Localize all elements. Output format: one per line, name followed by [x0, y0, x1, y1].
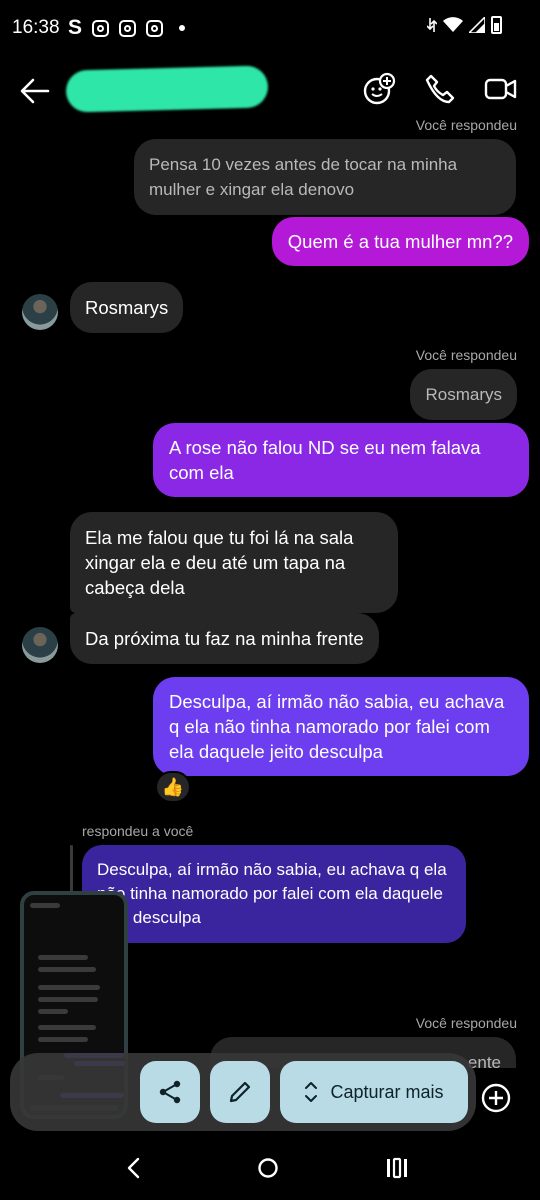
notification-icons: S	[68, 16, 186, 40]
reply-meta-label: Você respondeu	[415, 1015, 517, 1031]
capture-more-label: Capturar mais	[330, 1081, 444, 1102]
reply-meta-label: Você respondeu	[415, 347, 517, 363]
signal-icon	[469, 17, 485, 33]
pencil-icon	[229, 1081, 251, 1103]
sent-message[interactable]: Quem é a tua mulher mn??	[271, 217, 529, 266]
thumbs-up-reaction-icon[interactable]: 👍	[155, 771, 191, 803]
contact-avatar[interactable]	[22, 294, 58, 330]
chat-header	[0, 56, 540, 126]
more-notifications-dot-icon	[179, 25, 186, 31]
wifi-icon	[443, 17, 463, 32]
quoted-message[interactable]: Pensa 10 vezes antes de tocar na minha m…	[134, 139, 516, 215]
system-navigation-bar	[0, 1136, 540, 1200]
video-call-icon[interactable]	[484, 72, 518, 106]
contact-name-redaction[interactable]	[65, 65, 269, 113]
share-icon	[159, 1080, 181, 1104]
battery-icon	[491, 16, 502, 34]
capture-more-button[interactable]: Capturar mais	[280, 1061, 468, 1123]
instagram-notification-icon	[119, 19, 137, 37]
phone-call-icon[interactable]	[423, 72, 457, 106]
instagram-notification-icon	[92, 19, 110, 37]
app-s-icon: S	[68, 16, 83, 39]
nav-back-icon[interactable]	[124, 1156, 144, 1180]
reply-meta-label: Você respondeu	[415, 118, 517, 133]
quoted-message[interactable]: Rosmarys	[410, 369, 517, 420]
system-icons	[427, 16, 502, 34]
quoted-message[interactable]: Desculpa, aí irmão não sabia, eu achava …	[82, 845, 466, 943]
contact-avatar[interactable]	[22, 627, 58, 663]
status-time: 16:38	[12, 17, 60, 38]
sticker-add-icon[interactable]	[362, 72, 396, 106]
reply-meta-label: respondeu a você	[82, 823, 194, 839]
edit-button[interactable]	[210, 1061, 270, 1123]
add-circle-icon[interactable]	[480, 1082, 512, 1114]
expand-vertical-icon	[305, 1082, 318, 1102]
nav-home-icon[interactable]	[256, 1156, 280, 1180]
instagram-notification-icon	[146, 19, 164, 37]
received-message[interactable]: Ela me falou que tu foi lá na sala xinga…	[70, 512, 398, 613]
sent-message[interactable]: Desculpa, aí irmão não sabia, eu achava …	[153, 677, 529, 776]
data-transfer-icon	[427, 18, 437, 32]
status-bar: 16:38 S	[0, 0, 540, 56]
share-button[interactable]	[140, 1061, 200, 1123]
nav-recents-icon[interactable]	[386, 1156, 408, 1180]
received-message[interactable]: Da próxima tu faz na minha frente	[70, 613, 379, 664]
back-arrow-icon[interactable]	[18, 74, 52, 108]
sent-message[interactable]: A rose não falou ND se eu nem falava com…	[153, 423, 529, 497]
received-message[interactable]: Rosmarys	[70, 282, 184, 333]
